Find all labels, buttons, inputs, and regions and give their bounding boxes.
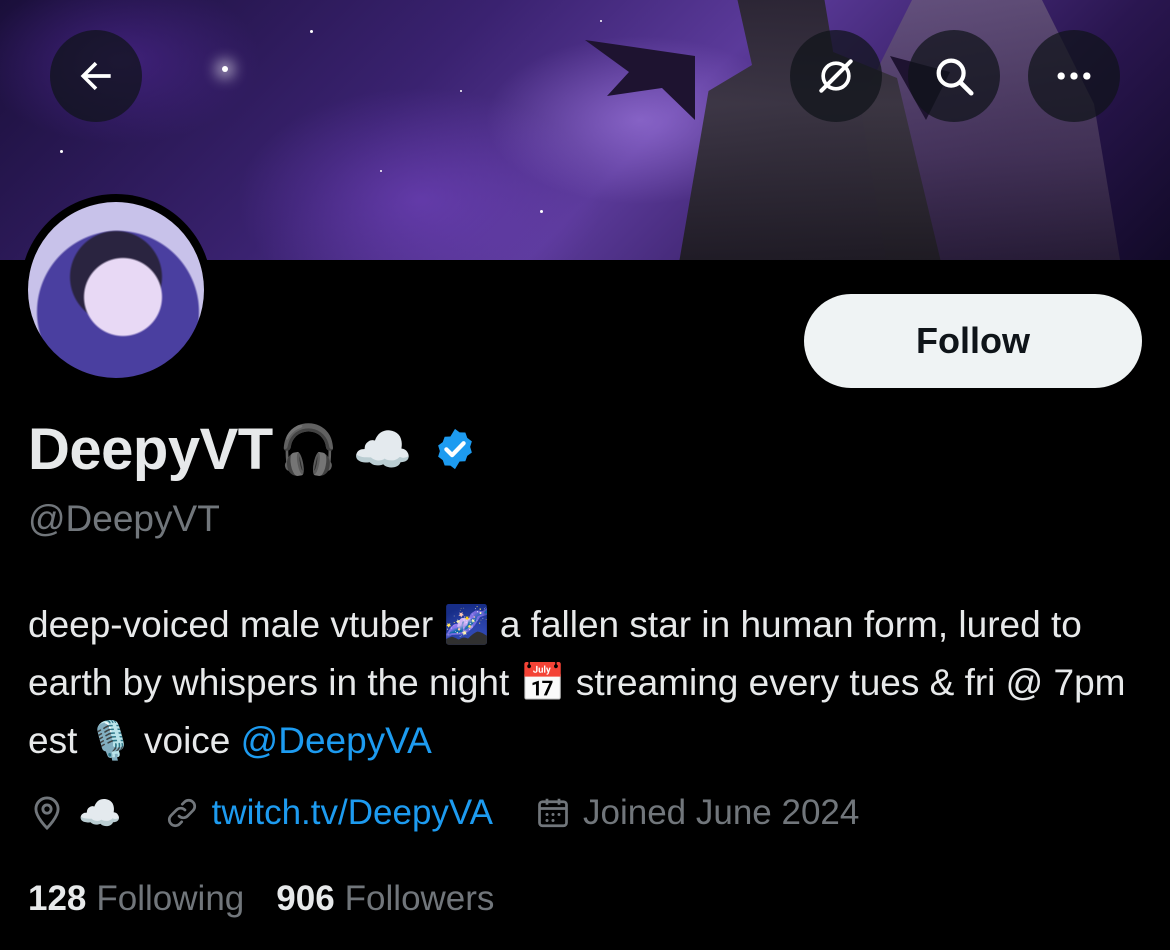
- calendar-emoji: 📅: [519, 662, 566, 703]
- bio-text-1: deep-voiced male vtuber: [28, 604, 434, 645]
- link-icon: [167, 799, 196, 827]
- display-name: DeepyVT: [28, 416, 273, 482]
- more-button[interactable]: [1028, 30, 1120, 122]
- profile-meta: ☁️ twitch.tv/DeepyVA Joined June 2024: [28, 788, 901, 838]
- calendar-icon: [538, 798, 568, 828]
- search-icon: [936, 58, 974, 96]
- website-link[interactable]: twitch.tv/DeepyVA: [212, 793, 493, 833]
- website-item[interactable]: twitch.tv/DeepyVA: [164, 793, 493, 833]
- avatar[interactable]: [28, 202, 204, 378]
- display-name-row: DeepyVT 🎧 ☁️: [28, 416, 478, 482]
- followers-count: 906: [276, 879, 335, 918]
- joined-item: Joined June 2024: [535, 793, 859, 833]
- following-link[interactable]: 128 Following: [28, 879, 244, 919]
- milky-way-emoji: 🌌: [443, 604, 490, 645]
- back-button[interactable]: [50, 30, 142, 122]
- headphones-emoji: 🎧: [278, 423, 339, 477]
- username-handle: @DeepyVT: [28, 498, 220, 539]
- arrow-left-icon: [80, 61, 111, 91]
- following-label: Following: [96, 879, 245, 918]
- search-button[interactable]: [908, 30, 1000, 122]
- following-count: 128: [28, 879, 87, 918]
- verified-badge-icon[interactable]: [432, 426, 478, 472]
- followers-label: Followers: [344, 879, 495, 918]
- joined-date: Joined June 2024: [583, 793, 860, 832]
- location-item: ☁️: [28, 793, 122, 834]
- grok-slash-icon: [819, 59, 853, 93]
- cloud-emoji: ☁️: [352, 423, 413, 477]
- bio-text-4: voice: [144, 720, 231, 761]
- more-horizontal-icon: [1057, 72, 1091, 80]
- location-pin-icon: [34, 796, 60, 831]
- avatar-border: [20, 194, 212, 386]
- microphone-emoji: 🎙️: [87, 720, 134, 761]
- follow-stats: 128 Following 906 Followers: [28, 874, 526, 924]
- bio-mention-link[interactable]: @DeepyVA: [241, 720, 432, 761]
- banner-wing-left: [585, 40, 695, 120]
- followers-link[interactable]: 906 Followers: [276, 879, 494, 919]
- location-text: ☁️: [78, 793, 122, 833]
- grok-button[interactable]: [790, 30, 882, 122]
- follow-button[interactable]: Follow: [804, 294, 1142, 388]
- profile-bio: deep-voiced male vtuber 🌌 a fallen star …: [28, 596, 1148, 770]
